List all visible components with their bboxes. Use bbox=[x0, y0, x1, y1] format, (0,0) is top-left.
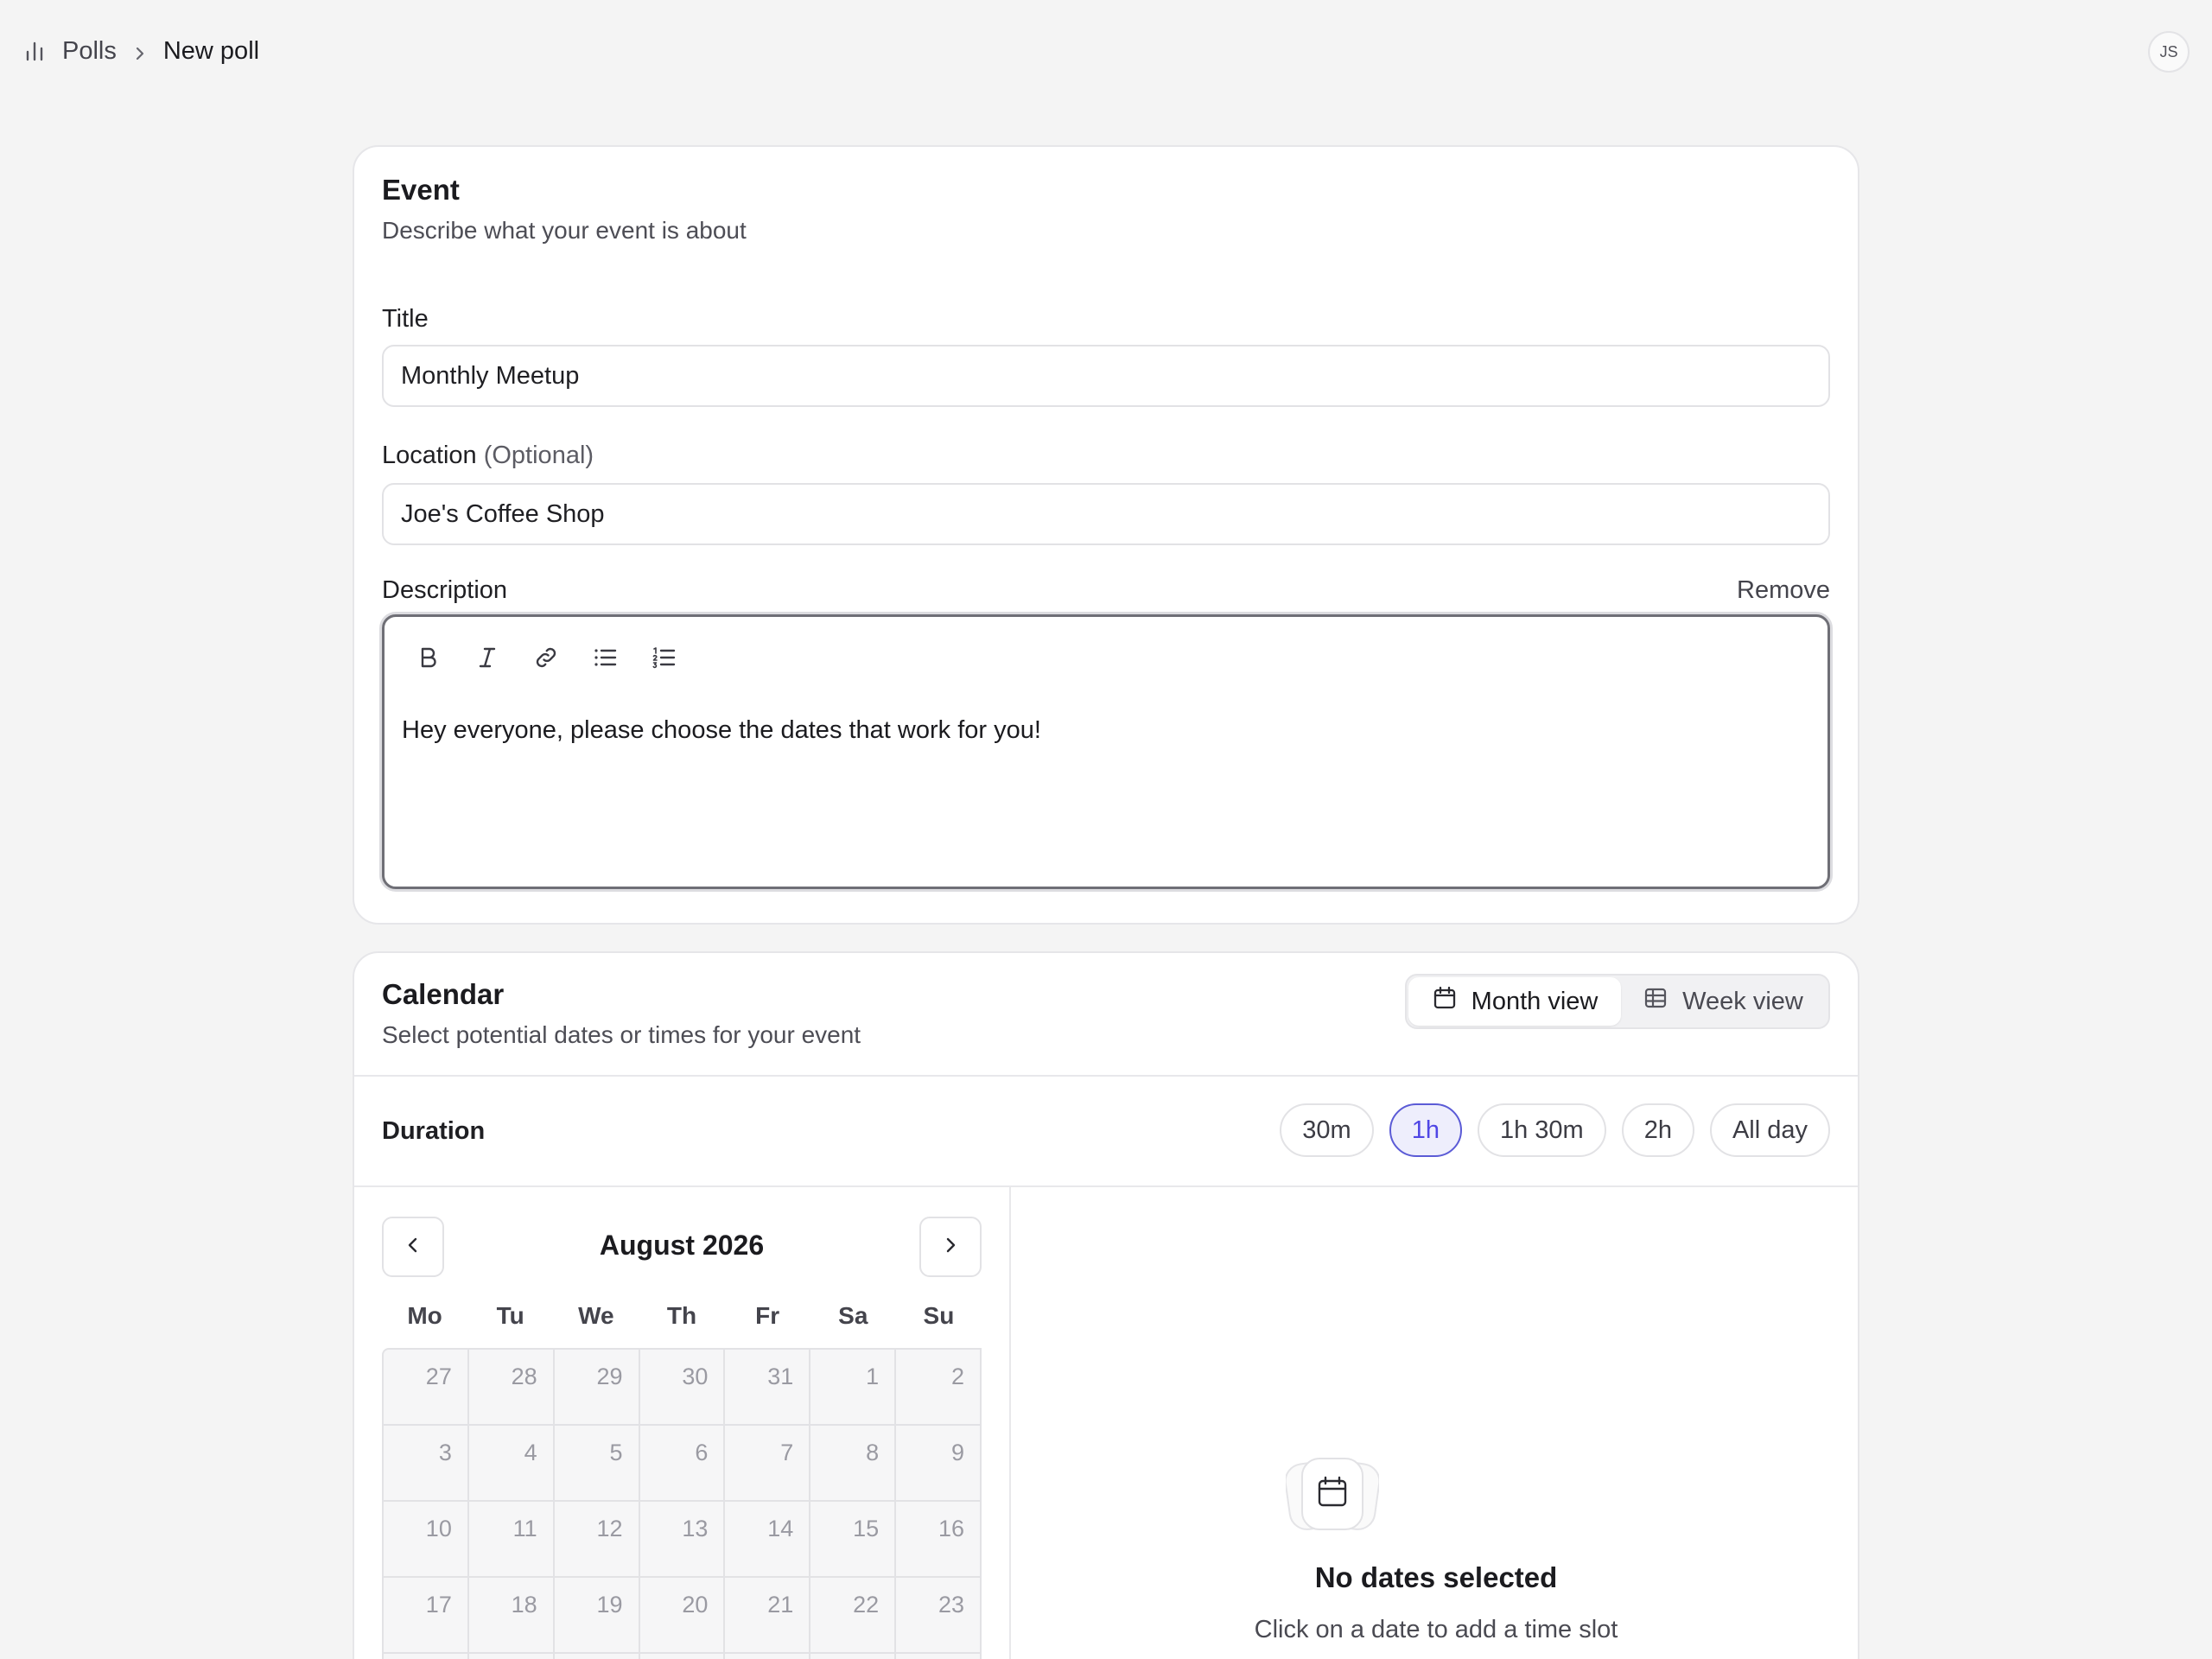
calendar-day-cell[interactable]: 4 bbox=[468, 1426, 555, 1502]
calendar-day-cell[interactable]: 25 bbox=[469, 1654, 555, 1659]
optional-label: (Optional) bbox=[483, 442, 594, 469]
remove-description-button[interactable]: Remove bbox=[1737, 576, 1830, 605]
event-card-subtitle: Describe what your event is about bbox=[382, 217, 747, 244]
breadcrumb-polls-link[interactable]: Polls bbox=[62, 37, 117, 66]
week-view-button[interactable]: Week view bbox=[1621, 977, 1825, 1026]
calendar-grid: 27 28 29 30 31 1 2 3 4 5 6 7 8 9 10 11 12 13 14 15 16 17 18 19 2… bbox=[382, 1348, 982, 1659]
calendar-day-cell[interactable]: 24 bbox=[384, 1654, 469, 1659]
calendar-day-cell[interactable]: 2 bbox=[896, 1350, 982, 1426]
bullet-list-icon[interactable] bbox=[587, 639, 623, 676]
calendar-day-cell[interactable]: 23 bbox=[896, 1578, 982, 1654]
event-card: Event Describe what your event is about … bbox=[353, 145, 1859, 925]
weekday-label: Fr bbox=[755, 1302, 780, 1329]
calendar-day-cell[interactable]: 5 bbox=[554, 1426, 640, 1502]
week-view-label: Week view bbox=[1682, 987, 1803, 1015]
avatar[interactable]: JS bbox=[2148, 31, 2190, 73]
table-icon bbox=[1643, 985, 1669, 1018]
calendar-day-cell[interactable]: 13 bbox=[639, 1502, 726, 1578]
italic-icon[interactable] bbox=[469, 639, 505, 676]
breadcrumb: Polls New poll bbox=[22, 37, 259, 66]
empty-state-title: No dates selected bbox=[1314, 1561, 1558, 1593]
description-label: Description bbox=[382, 576, 508, 604]
calendar-day-cell[interactable]: 1 bbox=[810, 1350, 897, 1426]
bar-chart-icon bbox=[22, 39, 47, 63]
calendar-day-cell[interactable]: 6 bbox=[639, 1426, 726, 1502]
divider bbox=[354, 1075, 1858, 1077]
chevron-right-icon bbox=[939, 1234, 962, 1261]
calendar-card-subtitle: Select potential dates or times for your… bbox=[382, 1021, 861, 1048]
calendar-day-cell[interactable]: 27 bbox=[384, 1350, 469, 1426]
calendar-day-cell[interactable]: 27 bbox=[640, 1654, 726, 1659]
calendar-day-cell[interactable]: 30 bbox=[639, 1350, 726, 1426]
numbered-list-icon[interactable] bbox=[645, 639, 682, 676]
weekday-label: Su bbox=[923, 1302, 955, 1329]
calendar-day-cell[interactable]: 17 bbox=[384, 1578, 469, 1654]
title-label: Title bbox=[382, 305, 429, 333]
duration-all-day-option[interactable]: All day bbox=[1709, 1103, 1830, 1157]
calendar-card: Calendar Select potential dates or times… bbox=[353, 951, 1859, 1659]
month-label: August 2026 bbox=[599, 1230, 765, 1261]
event-card-title: Event bbox=[382, 174, 460, 206]
calendar-day-cell[interactable]: 21 bbox=[725, 1578, 811, 1654]
calendar-day-cell[interactable]: 29 bbox=[810, 1654, 897, 1659]
weekday-label: Tu bbox=[496, 1302, 524, 1329]
divider bbox=[354, 1185, 1858, 1187]
view-toggle: Month view Week view bbox=[1405, 974, 1830, 1029]
calendar-day-cell[interactable]: 22 bbox=[810, 1578, 897, 1654]
weekday-label: We bbox=[578, 1302, 614, 1329]
calendar-day-cell[interactable]: 26 bbox=[555, 1654, 640, 1659]
weekday-header: Mo Tu We Th Fr Sa Su bbox=[382, 1302, 982, 1330]
calendar-day-cell[interactable]: 29 bbox=[554, 1350, 640, 1426]
calendar-day-cell[interactable]: 20 bbox=[639, 1578, 726, 1654]
calendar-day-cell[interactable]: 18 bbox=[468, 1578, 555, 1654]
location-label-text: Location bbox=[382, 442, 477, 469]
calendar-day-cell[interactable]: 19 bbox=[554, 1578, 640, 1654]
calendar-icon bbox=[1284, 1457, 1381, 1535]
month-view-button[interactable]: Month view bbox=[1408, 977, 1621, 1026]
link-icon[interactable] bbox=[528, 639, 564, 676]
calendar-card-title: Calendar bbox=[382, 978, 505, 1010]
calendar-day-cell[interactable]: 9 bbox=[896, 1426, 982, 1502]
calendar-day-cell[interactable]: 8 bbox=[810, 1426, 897, 1502]
weekday-label: Sa bbox=[838, 1302, 868, 1329]
location-input[interactable]: Joe's Coffee Shop bbox=[382, 483, 1830, 545]
top-bar: Polls New poll JS bbox=[0, 0, 2212, 102]
calendar-icon bbox=[1432, 985, 1458, 1018]
duration-2h-option[interactable]: 2h bbox=[1621, 1103, 1694, 1157]
calendar-day-cell[interactable]: 31 bbox=[725, 1350, 811, 1426]
description-editor[interactable]: Hey everyone, please choose the dates th… bbox=[382, 614, 1830, 889]
weekday-label: Th bbox=[666, 1302, 697, 1329]
editor-toolbar bbox=[410, 639, 682, 676]
calendar-day-cell[interactable]: 11 bbox=[468, 1502, 555, 1578]
calendar-day-cell[interactable]: 14 bbox=[725, 1502, 811, 1578]
duration-1h-option[interactable]: 1h bbox=[1389, 1103, 1462, 1157]
bold-icon[interactable] bbox=[410, 639, 447, 676]
duration-options: 30m 1h 1h 30m 2h All day bbox=[1280, 1103, 1830, 1157]
duration-label: Duration bbox=[382, 1117, 486, 1145]
empty-state-subtitle: Click on a date to add a time slot bbox=[1254, 1616, 1618, 1643]
breadcrumb-current: New poll bbox=[162, 36, 260, 65]
calendar-day-cell[interactable]: 7 bbox=[725, 1426, 811, 1502]
calendar-day-cell[interactable]: 3 bbox=[384, 1426, 469, 1502]
duration-30m-option[interactable]: 30m bbox=[1280, 1103, 1374, 1157]
calendar-day-cell[interactable]: 28 bbox=[468, 1350, 555, 1426]
calendar-day-cell[interactable]: 16 bbox=[896, 1502, 982, 1578]
calendar-day-cell[interactable]: 30 bbox=[896, 1654, 982, 1659]
next-month-button[interactable] bbox=[919, 1217, 982, 1277]
duration-1h30m-option[interactable]: 1h 30m bbox=[1477, 1103, 1606, 1157]
location-label: Location (Optional) bbox=[382, 442, 594, 470]
calendar-day-cell[interactable]: 15 bbox=[810, 1502, 897, 1578]
chevron-right-icon bbox=[130, 41, 149, 60]
title-input[interactable]: Monthly Meetup bbox=[382, 345, 1830, 407]
calendar-day-cell[interactable]: 10 bbox=[384, 1502, 469, 1578]
weekday-label: Mo bbox=[407, 1302, 442, 1329]
description-text[interactable]: Hey everyone, please choose the dates th… bbox=[402, 716, 1041, 745]
calendar-day-cell[interactable]: 12 bbox=[554, 1502, 640, 1578]
month-view-label: Month view bbox=[1471, 987, 1599, 1015]
calendar-day-cell[interactable]: 28 bbox=[725, 1654, 811, 1659]
